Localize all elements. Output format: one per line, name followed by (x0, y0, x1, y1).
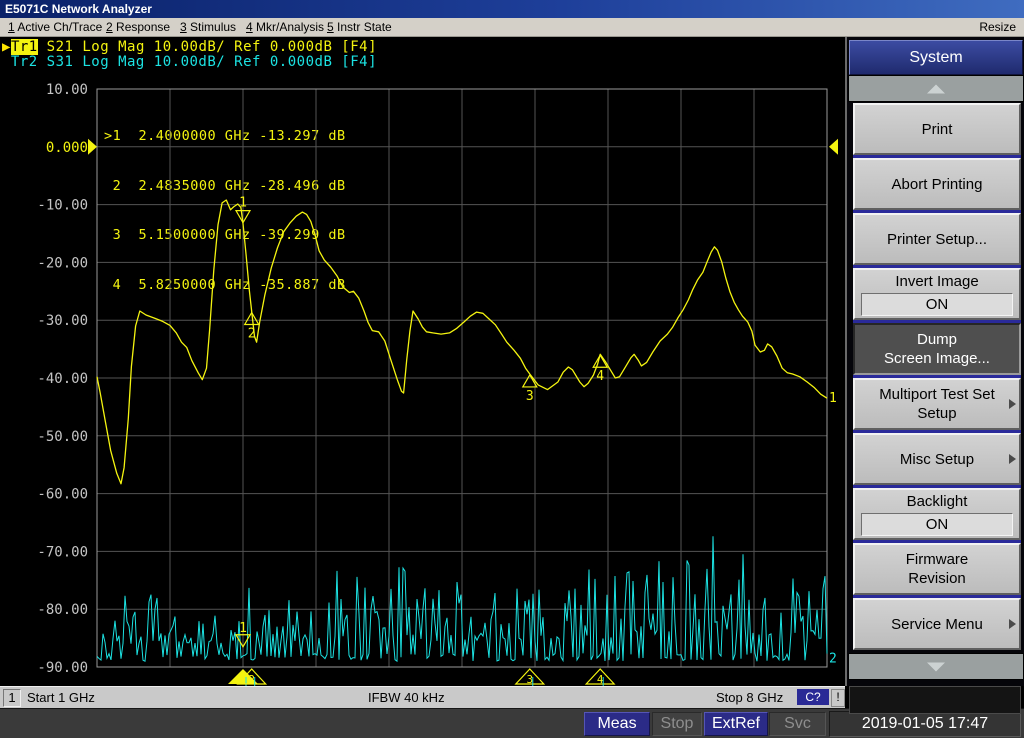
menu-stimulus[interactable]: 3 Stimulus (180, 20, 236, 34)
y-axis-tick-label: 10.00 (46, 82, 88, 98)
y-axis-tick-label: -40.00 (37, 371, 88, 387)
softkey-invert-image[interactable]: Invert ImageON (853, 268, 1021, 320)
menu-bar: 1 Active Ch/Trace 2 Response 3 Stimulus … (0, 18, 1024, 37)
softkey-end-panel (849, 686, 1021, 714)
ref-level-arrow-right-icon (829, 139, 838, 155)
grid-lines (97, 89, 827, 667)
marker-4-label: 4 (596, 369, 604, 384)
calibration-status-badge: C? (797, 689, 829, 705)
softkey-multiport-test-set-setup[interactable]: Multiport Test SetSetup (853, 378, 1021, 430)
softkey-scroll-down-button[interactable] (848, 653, 1024, 680)
y-axis-tick-label: -10.00 (37, 198, 88, 214)
softkey-backlight[interactable]: BacklightON (853, 488, 1021, 540)
softkey-sidebar: System Print Abort Printing Printer Setu… (845, 37, 1024, 686)
ifbw-label: IFBW 40 kHz (368, 690, 445, 705)
status-extref: ExtRef (704, 712, 768, 736)
softkey-abort-printing[interactable]: Abort Printing (853, 158, 1021, 210)
trace-1-end-number: 1 (829, 391, 837, 406)
submenu-arrow-icon (1009, 619, 1016, 629)
marker-2-label: 2 (248, 327, 256, 342)
status-stop: Stop (652, 712, 702, 736)
y-axis-tick-label: -30.00 (37, 313, 88, 329)
chevron-down-icon (927, 662, 945, 671)
menu-mkr-analysis[interactable]: 4 Mkr/Analysis (246, 20, 324, 34)
y-axis-tick-label: -50.00 (37, 429, 88, 445)
ref-level-arrow-left-icon (88, 139, 97, 155)
menu-active-ch-trace[interactable]: 1 Active Ch/Trace (8, 20, 102, 34)
menu-instr-state[interactable]: 5 Instr State (327, 20, 392, 34)
softkey-print[interactable]: Print (853, 103, 1021, 155)
window-title: E5071C Network Analyzer (5, 2, 152, 16)
softkey-service-menu[interactable]: Service Menu (853, 598, 1021, 650)
softkey-scroll-up-button[interactable] (848, 75, 1024, 102)
softkey-printer-setup[interactable]: Printer Setup... (853, 213, 1021, 265)
y-axis-tick-label: 0.000 (46, 140, 88, 156)
softkey-dump-screen-image[interactable]: DumpScreen Image... (853, 323, 1021, 375)
y-axis-tick-label: -60.00 (37, 487, 88, 503)
stimulus-status-bar: 1 Start 1 GHz IFBW 40 kHz Stop 8 GHz C? … (0, 686, 845, 708)
status-meas: Meas (584, 712, 650, 736)
status-svc: Svc (769, 712, 826, 736)
marker-1-label: 1 (239, 196, 247, 211)
invert-image-state: ON (861, 293, 1013, 316)
submenu-arrow-icon (1009, 399, 1016, 409)
app-window: E5071C Network Analyzer 1 Active Ch/Trac… (0, 0, 1024, 738)
y-axis-tick-label: -70.00 (37, 544, 88, 560)
trace-2-end-number: 2 (829, 651, 837, 666)
warning-badge: ! (831, 689, 845, 707)
y-axis-tick-label: -20.00 (37, 255, 88, 271)
datetime-display: 2019-01-05 17:47 (829, 711, 1021, 737)
softkey-list: Print Abort Printing Printer Setup... In… (853, 103, 1021, 650)
title-bar: E5071C Network Analyzer (0, 0, 1024, 18)
softkey-firmware-revision[interactable]: FirmwareRevision (853, 543, 1021, 595)
graticule-canvas: 10.00 0.000 -10.00 -20.00 -30.00 -40.00 -50.00… (0, 37, 845, 686)
stop-frequency-label: Stop 8 GHz (716, 690, 783, 705)
softkey-menu-title: System (849, 40, 1023, 75)
chevron-up-icon (927, 84, 945, 93)
backlight-state: ON (861, 513, 1013, 536)
channel-number-box: 1 (3, 689, 21, 707)
tr2-marker-1-label: 1 (239, 621, 247, 636)
menu-resize[interactable]: Resize (979, 20, 1016, 34)
marker-3-label: 3 (526, 389, 534, 404)
menu-response[interactable]: 2 Response (106, 20, 170, 34)
submenu-arrow-icon (1009, 454, 1016, 464)
softkey-misc-setup[interactable]: Misc Setup (853, 433, 1021, 485)
stimulus-marker-2-number: 2 (248, 673, 255, 686)
y-axis-tick-label: -80.00 (37, 602, 88, 618)
y-axis-tick-label: -90.00 (37, 660, 88, 676)
start-frequency-label: Start 1 GHz (27, 690, 95, 705)
stimulus-marker-3-number: 3 (526, 673, 533, 686)
